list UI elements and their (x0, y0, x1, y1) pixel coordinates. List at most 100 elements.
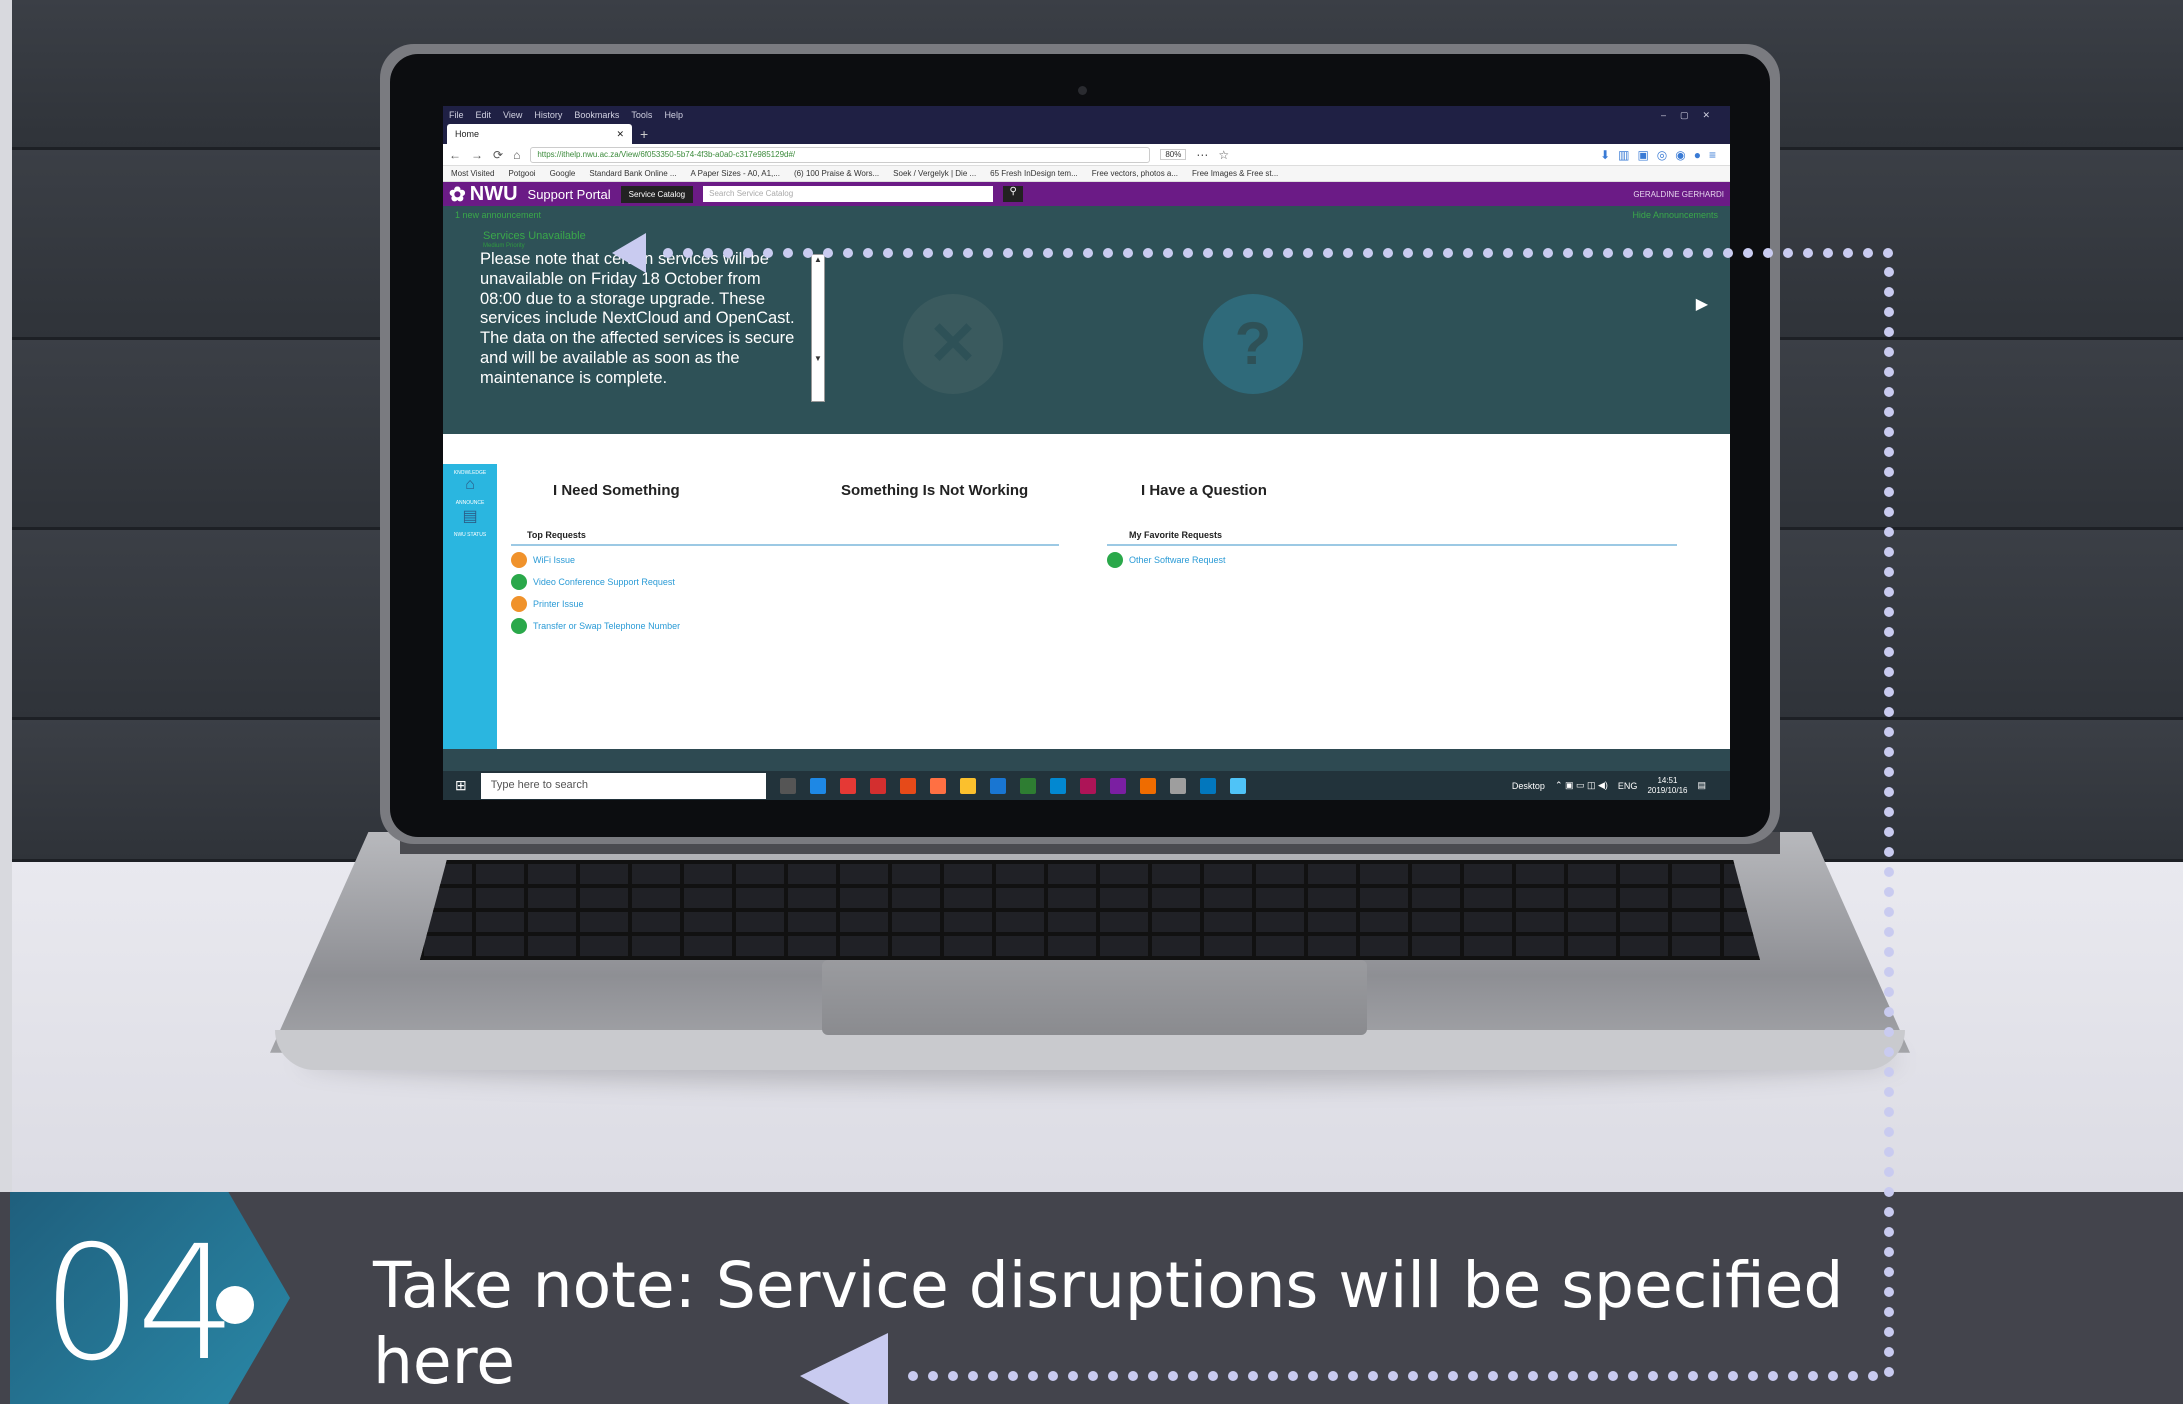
bookmark-item[interactable]: Standard Bank Online ... (589, 169, 676, 178)
bookmark-item[interactable]: Most Visited (451, 169, 494, 178)
list-item[interactable]: Video Conference Support Request (511, 574, 1059, 590)
service-tabs: I Need Something Something Is Not Workin… (497, 464, 1730, 514)
illustrator-icon[interactable] (1139, 777, 1156, 794)
notifications-icon[interactable]: ▤ (1697, 780, 1706, 791)
request-link[interactable]: WiFi Issue (533, 555, 575, 565)
acrobat-icon[interactable] (869, 777, 886, 794)
app-icon[interactable] (1229, 777, 1246, 794)
top-requests-panel: Top Requests WiFi Issue Video Conference… (511, 530, 1059, 634)
app-icon[interactable] (1109, 777, 1126, 794)
list-item[interactable]: Transfer or Swap Telephone Number (511, 618, 1059, 634)
chrome-icon[interactable] (839, 777, 856, 794)
language-indicator[interactable]: ENG (1618, 781, 1638, 791)
window-controls[interactable]: –▢✕ (1661, 110, 1724, 120)
close-icon[interactable]: ✕ (616, 129, 624, 139)
reload-icon[interactable]: ⟳ (493, 148, 503, 162)
bookmark-item[interactable]: Potgooi (508, 169, 535, 178)
next-announcement-icon[interactable]: ▶ (1696, 294, 1708, 314)
wifi-icon (511, 552, 527, 568)
skype-icon[interactable] (1049, 777, 1066, 794)
menu-bookmarks[interactable]: Bookmarks (574, 110, 619, 120)
windows-taskbar: ⊞ Type here to search Desktop ⌃ ▣ ▭ ◫ ◀)… (443, 749, 1730, 800)
status-icon[interactable]: ▤ (443, 506, 497, 526)
excel-icon[interactable] (1019, 777, 1036, 794)
list-item[interactable]: Other Software Request (1107, 552, 1677, 568)
step-number: 04 (42, 1212, 237, 1396)
menu-help[interactable]: Help (664, 110, 683, 120)
powerpoint-icon[interactable] (899, 777, 916, 794)
taskbar-row: ⊞ Type here to search Desktop ⌃ ▣ ▭ ◫ ◀)… (443, 771, 1730, 800)
announcement-scrollbar[interactable]: ▲ ▼ (811, 254, 825, 402)
user-menu[interactable]: GERALDINE GERHARDI (1633, 190, 1724, 199)
zoom-level[interactable]: 80% (1160, 149, 1187, 160)
menu-tools[interactable]: Tools (631, 110, 652, 120)
request-link[interactable]: Video Conference Support Request (533, 577, 675, 587)
tab-something-not-working[interactable]: Something Is Not Working (841, 482, 1028, 499)
browser-tab-home[interactable]: Home ✕ (447, 124, 632, 144)
edge-icon[interactable] (809, 777, 826, 794)
desktop-label[interactable]: Desktop (1512, 781, 1545, 791)
megaphone-icon[interactable]: ⌂ (443, 476, 497, 494)
tab-i-need-something[interactable]: I Need Something (553, 482, 680, 499)
request-link[interactable]: Transfer or Swap Telephone Number (533, 621, 680, 631)
bookmark-item[interactable]: (6) 100 Praise & Wors... (794, 169, 879, 178)
hide-announcements-link[interactable]: Hide Announcements (1632, 210, 1718, 220)
taskbar-search-input[interactable]: Type here to search (480, 772, 766, 799)
search-icon[interactable]: ⚲ (1003, 186, 1024, 202)
service-catalog-button[interactable]: Service Catalog (620, 185, 694, 203)
logo-text: NWU (469, 182, 518, 205)
menu-view[interactable]: View (503, 110, 522, 120)
indesign-icon[interactable] (1079, 777, 1096, 794)
favorite-requests-panel: My Favorite Requests Other Software Requ… (1107, 530, 1677, 568)
file-explorer-icon[interactable] (959, 777, 976, 794)
catalog-search-input[interactable]: Search Service Catalog (703, 186, 994, 202)
logo-icon: ✿ (449, 183, 466, 206)
page-footer-strip (443, 749, 1730, 771)
portal-header: ✿ NWU Support Portal Service Catalog Sea… (443, 182, 1730, 206)
laptop-screen: File Edit View History Bookmarks Tools H… (443, 106, 1730, 800)
task-view-icon[interactable] (779, 777, 796, 794)
firefox-icon[interactable] (929, 777, 946, 794)
star-icon[interactable]: ☆ (1218, 148, 1229, 162)
back-icon[interactable]: ← (449, 148, 461, 162)
webcam-icon (1078, 86, 1087, 95)
menu-edit[interactable]: Edit (476, 110, 492, 120)
tab-i-have-a-question[interactable]: I Have a Question (1141, 482, 1267, 499)
new-tab-icon[interactable]: + (640, 126, 648, 142)
portal-sidebar: KNOWLEDGE ⌂ ANNOUNCE ▤ NWU STATUS (443, 464, 497, 754)
menu-file[interactable]: File (449, 110, 464, 120)
menu-history[interactable]: History (534, 110, 562, 120)
printer-icon (511, 596, 527, 612)
list-item[interactable]: WiFi Issue (511, 552, 1059, 568)
bookmark-item[interactable]: Soek / Vergelyk | Die ... (893, 169, 976, 178)
phone-icon (511, 618, 527, 634)
slide: File Edit View History Bookmarks Tools H… (0, 0, 2183, 1404)
photos-icon[interactable] (1169, 777, 1186, 794)
request-link[interactable]: Other Software Request (1129, 555, 1226, 565)
bookmark-item[interactable]: 65 Fresh InDesign tem... (990, 169, 1078, 178)
list-item[interactable]: Printer Issue (511, 596, 1059, 612)
software-icon (1107, 552, 1123, 568)
request-link[interactable]: Printer Issue (533, 599, 584, 609)
announcement-header: 1 new announcement Hide Announcements (443, 206, 1730, 224)
toolbar-extension-icons[interactable]: ⬇▥▣◎◉●≡ (1600, 148, 1724, 162)
bookmark-item[interactable]: A Paper Sizes - A0, A1,... (691, 169, 780, 178)
more-icon[interactable]: ⋯ (1196, 148, 1208, 162)
home-icon[interactable]: ⌂ (513, 148, 520, 162)
bookmark-item[interactable]: Free vectors, photos a... (1092, 169, 1178, 178)
taskbar-clock[interactable]: 14:51 2019/10/16 (1647, 776, 1687, 796)
tray-icons[interactable]: ⌃ ▣ ▭ ◫ ◀) (1555, 780, 1608, 791)
nwu-logo[interactable]: ✿ NWU (449, 182, 518, 207)
bookmark-item[interactable]: Google (550, 169, 576, 178)
browser-navbar: ← → ⟳ ⌂ https://ithelp.nwu.ac.za/View/6f… (443, 144, 1730, 166)
windows-start-icon[interactable]: ⊞ (455, 777, 467, 794)
video-icon (511, 574, 527, 590)
bookmark-item[interactable]: Free Images & Free st... (1192, 169, 1278, 178)
word-icon[interactable] (989, 777, 1006, 794)
bookmarks-bar: Most Visited Potgooi Google Standard Ban… (443, 166, 1730, 182)
address-bar[interactable]: https://ithelp.nwu.ac.za/View/6f053350-5… (530, 146, 1151, 163)
forward-icon[interactable]: → (471, 148, 483, 162)
photoshop-icon[interactable] (1199, 777, 1216, 794)
sidebar-item-status[interactable]: NWU STATUS (443, 532, 497, 538)
announcement-count[interactable]: 1 new announcement (455, 210, 541, 220)
